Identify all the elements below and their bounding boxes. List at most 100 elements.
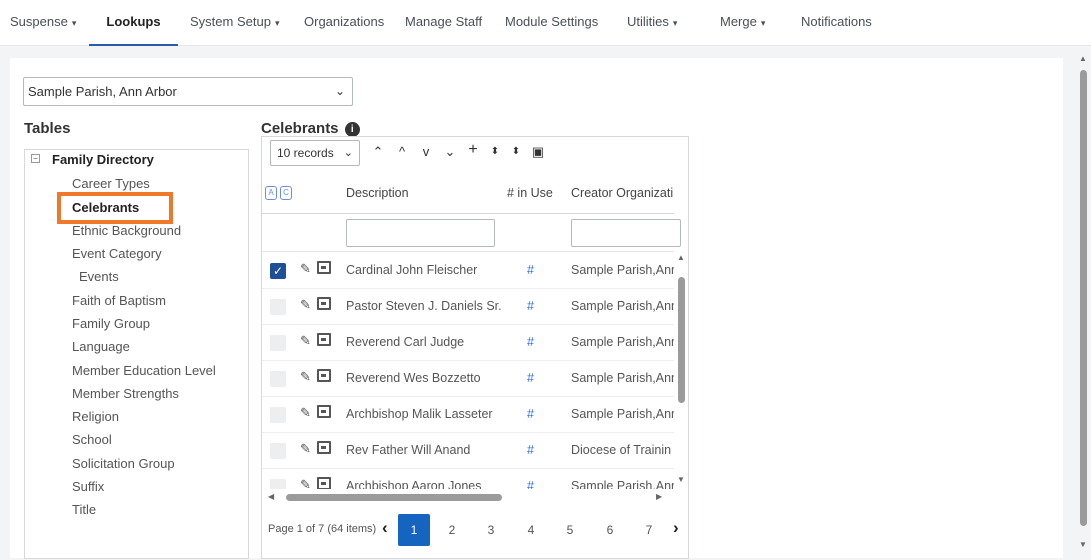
- in-use-link[interactable]: #: [527, 407, 534, 421]
- tree-item-school[interactable]: School: [72, 432, 112, 447]
- image-icon[interactable]: [317, 369, 331, 382]
- grid-vertical-scrollbar-thumb[interactable]: [678, 277, 685, 403]
- scroll-down-icon[interactable]: ▼: [1079, 540, 1087, 549]
- in-use-link[interactable]: #: [527, 479, 534, 489]
- row-checkbox[interactable]: [270, 299, 286, 315]
- tree-root-family-directory[interactable]: Family Directory: [52, 152, 154, 167]
- pencil-icon[interactable]: ✎: [300, 261, 311, 277]
- tree-item-religion[interactable]: Religion: [72, 409, 119, 424]
- pencil-icon[interactable]: ✎: [300, 297, 311, 313]
- tree-item-career-types[interactable]: Career Types: [72, 176, 150, 191]
- page-button-7[interactable]: 7: [633, 514, 665, 546]
- table-row[interactable]: ✎ Archbishop Aaron Jones # Sample Parish…: [262, 469, 674, 489]
- save-icon[interactable]: ▣: [530, 144, 546, 160]
- pencil-icon[interactable]: ✎: [300, 405, 311, 421]
- page-button-1[interactable]: 1: [398, 514, 430, 546]
- page-button-2[interactable]: 2: [436, 514, 468, 546]
- nav-lookups[interactable]: Lookups: [89, 0, 178, 46]
- parish-select[interactable]: Sample Parish, Ann Arbor ⌄: [23, 77, 353, 106]
- description-filter-input[interactable]: [346, 219, 495, 247]
- row-checkbox[interactable]: ✓: [270, 263, 286, 279]
- info-icon[interactable]: i: [344, 122, 360, 137]
- scroll-up-icon[interactable]: ▲: [1079, 54, 1087, 63]
- page-scrollbar-thumb[interactable]: [1080, 70, 1087, 526]
- records-per-page-select[interactable]: 10 records ⌄: [270, 140, 360, 166]
- tree-item-family-group[interactable]: Family Group: [72, 316, 150, 331]
- row-checkbox[interactable]: [270, 335, 286, 351]
- collapse-icon[interactable]: −: [31, 154, 40, 163]
- pencil-icon[interactable]: ✎: [300, 477, 311, 489]
- sort-icon[interactable]: ⬍: [508, 146, 524, 157]
- tree-item-title[interactable]: Title: [72, 502, 96, 517]
- column-toggle-c[interactable]: C: [280, 186, 292, 200]
- page-button-3[interactable]: 3: [475, 514, 507, 546]
- tree-item-faith-of-baptism[interactable]: Faith of Baptism: [72, 293, 166, 308]
- page-scrollbar[interactable]: ▲ ▼: [1075, 50, 1091, 555]
- nav-manage-staff[interactable]: Manage Staff: [405, 0, 482, 46]
- row-checkbox[interactable]: [270, 371, 286, 387]
- tree-item-member-strengths[interactable]: Member Strengths: [72, 386, 179, 401]
- tree-item-events[interactable]: Events: [79, 269, 119, 284]
- in-use-link[interactable]: #: [527, 335, 534, 349]
- in-use-link[interactable]: #: [527, 443, 534, 457]
- tree-item-member-education-level[interactable]: Member Education Level: [72, 363, 216, 378]
- in-use-link[interactable]: #: [527, 371, 534, 385]
- nav-system-setup[interactable]: System Setup ▾: [190, 0, 279, 46]
- column-header-in-use[interactable]: # in Use: [507, 186, 553, 200]
- chevron-up-icon[interactable]: ^: [394, 144, 410, 159]
- tree-item-solicitation-group[interactable]: Solicitation Group: [72, 456, 175, 471]
- page-button-6[interactable]: 6: [594, 514, 626, 546]
- nav-suspense[interactable]: Suspense ▾: [10, 0, 76, 46]
- table-row[interactable]: ✓ ✎ Cardinal John Fleischer # Sample Par…: [262, 253, 674, 289]
- plus-icon[interactable]: +: [465, 141, 481, 159]
- nav-organizations[interactable]: Organizations: [304, 0, 384, 46]
- nav-notifications[interactable]: Notifications: [801, 0, 872, 46]
- grid-horizontal-scrollbar[interactable]: ◀ ▶: [262, 489, 674, 505]
- double-chevron-down-icon[interactable]: ⌄: [442, 144, 458, 160]
- grid-vertical-scrollbar[interactable]: ▲ ▼: [675, 253, 688, 489]
- table-row[interactable]: ✎ Archbishop Malik Lasseter # Sample Par…: [262, 397, 674, 433]
- chevron-left-icon[interactable]: ‹: [382, 518, 388, 538]
- image-icon[interactable]: [317, 297, 331, 310]
- row-checkbox[interactable]: [270, 479, 286, 489]
- pencil-icon[interactable]: ✎: [300, 369, 311, 385]
- scroll-left-icon[interactable]: ◀: [268, 492, 274, 501]
- scroll-down-icon[interactable]: ▼: [677, 475, 685, 484]
- row-checkbox[interactable]: [270, 443, 286, 459]
- tree-item-language[interactable]: Language: [72, 339, 130, 354]
- in-use-link[interactable]: #: [527, 299, 534, 313]
- in-use-link[interactable]: #: [527, 263, 534, 277]
- row-checkbox[interactable]: [270, 407, 286, 423]
- celebrants-grid: 10 records ⌄ ⌃ ^ v ⌄ + ⬍ ⬍ ▣ A C Descrip…: [261, 136, 689, 559]
- page-button-4[interactable]: 4: [515, 514, 547, 546]
- tree-item-event-category[interactable]: Event Category: [72, 246, 162, 261]
- column-header-creator[interactable]: Creator Organizati: [571, 186, 673, 200]
- column-header-description[interactable]: Description: [346, 186, 409, 200]
- nav-module-settings[interactable]: Module Settings: [505, 0, 598, 46]
- column-toggle-a[interactable]: A: [265, 186, 277, 200]
- page-button-5[interactable]: 5: [554, 514, 586, 546]
- table-row[interactable]: ✎ Pastor Steven J. Daniels Sr. # Sample …: [262, 289, 674, 325]
- sort-icon[interactable]: ⬍: [487, 146, 503, 157]
- double-chevron-up-icon[interactable]: ⌃: [370, 144, 386, 160]
- chevron-right-icon[interactable]: ›: [673, 518, 679, 538]
- image-icon[interactable]: [317, 477, 331, 489]
- pencil-icon[interactable]: ✎: [300, 333, 311, 349]
- pencil-icon[interactable]: ✎: [300, 441, 311, 457]
- image-icon[interactable]: [317, 333, 331, 346]
- tree-item-ethnic-background[interactable]: Ethnic Background: [72, 223, 181, 238]
- table-row[interactable]: ✎ Rev Father Will Anand # Diocese of Tra…: [262, 433, 674, 469]
- scroll-up-icon[interactable]: ▲: [677, 253, 685, 262]
- image-icon[interactable]: [317, 261, 331, 274]
- creator-filter-input[interactable]: [571, 219, 681, 247]
- chevron-down-icon[interactable]: v: [418, 144, 434, 159]
- grid-horizontal-scrollbar-thumb[interactable]: [286, 494, 502, 501]
- image-icon[interactable]: [317, 405, 331, 418]
- scroll-right-icon[interactable]: ▶: [656, 492, 662, 501]
- image-icon[interactable]: [317, 441, 331, 454]
- table-row[interactable]: ✎ Reverend Wes Bozzetto # Sample Parish,…: [262, 361, 674, 397]
- tree-item-suffix[interactable]: Suffix: [72, 479, 104, 494]
- table-row[interactable]: ✎ Reverend Carl Judge # Sample Parish,An…: [262, 325, 674, 361]
- nav-utilities[interactable]: Utilities ▾: [627, 0, 677, 46]
- nav-merge[interactable]: Merge ▾: [720, 0, 765, 46]
